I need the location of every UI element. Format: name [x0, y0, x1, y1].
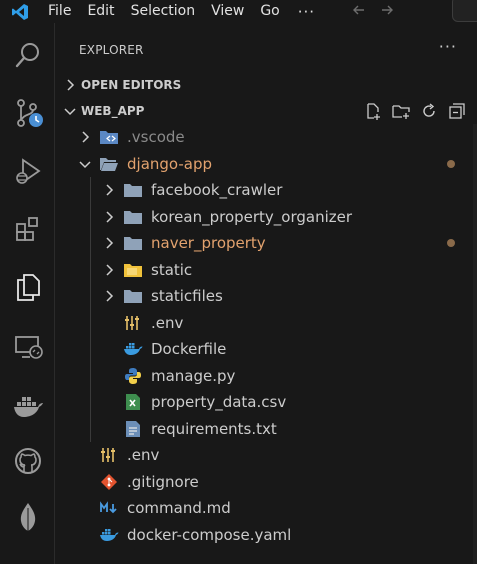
explorer-more-button[interactable]: ···: [439, 37, 457, 56]
title-bar: File Edit Selection View Go ···: [0, 0, 477, 23]
chevron-right-icon: [101, 237, 117, 249]
chevron-down-icon: [59, 106, 81, 116]
search-icon[interactable]: [0, 31, 55, 79]
tree-item-label: facebook_crawler: [151, 181, 283, 200]
tree-item-label: property_data.csv: [151, 393, 287, 412]
tree-item-label: requirements.txt: [151, 419, 277, 438]
mongodb-icon[interactable]: [0, 495, 55, 543]
git-icon: [99, 472, 119, 492]
tree-folder-row[interactable]: staticfiles: [56, 283, 477, 310]
remote-explorer-icon[interactable]: [0, 323, 55, 371]
tree-file-row[interactable]: .env: [56, 442, 477, 469]
chevron-right-icon: [59, 79, 81, 91]
tree-file-row[interactable]: requirements.txt: [56, 416, 477, 443]
tree-file-row[interactable]: property_data.csv: [56, 389, 477, 416]
tree-item-label: .env: [127, 446, 160, 465]
folder-icon: [123, 207, 143, 227]
explorer-title: EXPLORER: [79, 43, 144, 57]
docker-icon[interactable]: [0, 383, 55, 431]
tree-item-label: Dockerfile: [151, 340, 227, 359]
menu-more-button[interactable]: ···: [288, 3, 325, 21]
folder-icon: [123, 233, 143, 253]
tree-item-label: django-app: [127, 154, 213, 173]
chevron-right-icon: [101, 290, 117, 302]
menu-edit[interactable]: Edit: [79, 0, 122, 23]
explorer-sidebar: EXPLORER ··· OPEN EDITORS WEB_APP .vscod…: [56, 23, 477, 564]
modified-indicator: [447, 159, 455, 168]
tree-file-row[interactable]: docker-compose.yaml: [56, 522, 477, 549]
docker-file-icon: [99, 525, 119, 545]
tree-folder-row[interactable]: facebook_crawler: [56, 177, 477, 204]
vscode-logo-icon: [0, 0, 40, 23]
tree-file-row[interactable]: .gitignore: [56, 469, 477, 496]
env-icon: [99, 445, 119, 465]
chevron-right-icon: [77, 131, 93, 143]
static-folder-icon: [123, 260, 143, 280]
new-folder-icon[interactable]: [391, 101, 411, 121]
open-editors-label: OPEN EDITORS: [81, 78, 182, 92]
tree-item-label: .vscode: [127, 128, 185, 147]
menu-go[interactable]: Go: [252, 0, 287, 23]
python-icon: [123, 366, 143, 386]
folder-icon: [123, 286, 143, 306]
folder-open-icon: [99, 154, 119, 174]
menu-file[interactable]: File: [40, 0, 79, 23]
tree-item-label: staticfiles: [151, 287, 223, 306]
tree-folder-row[interactable]: .vscode: [56, 124, 477, 151]
tree-item-label: .env: [151, 313, 184, 332]
text-file-icon: [123, 419, 143, 439]
folder-icon: [123, 180, 143, 200]
chevron-right-icon: [101, 184, 117, 196]
docker-file-icon: [123, 339, 143, 359]
tree-folder-row[interactable]: naver_property: [56, 230, 477, 257]
arrow-left-icon[interactable]: [345, 2, 373, 22]
workspace-label: WEB_APP: [81, 104, 145, 118]
tree-folder-row[interactable]: django-app: [56, 151, 477, 178]
vscode-folder-icon: [99, 127, 119, 147]
activity-bar: [0, 23, 55, 564]
tree-folder-row[interactable]: static: [56, 257, 477, 284]
section-open-editors[interactable]: OPEN EDITORS: [56, 74, 477, 96]
explorer-icon[interactable]: [0, 263, 55, 311]
command-center[interactable]: [452, 0, 477, 22]
tree-file-row[interactable]: .env: [56, 310, 477, 337]
tree-file-row[interactable]: command.md: [56, 495, 477, 522]
collapse-all-icon[interactable]: [447, 101, 467, 121]
env-icon: [123, 313, 143, 333]
section-actions: [363, 100, 467, 122]
tree-item-label: static: [151, 260, 193, 279]
github-icon[interactable]: [0, 437, 55, 485]
chevron-down-icon: [77, 159, 93, 169]
chevron-right-icon: [101, 264, 117, 276]
tree-item-label: korean_property_organizer: [151, 207, 353, 226]
tree-file-row[interactable]: Dockerfile: [56, 336, 477, 363]
run-debug-icon[interactable]: [0, 147, 55, 195]
extensions-icon[interactable]: [0, 205, 55, 253]
tree-item-label: command.md: [127, 499, 231, 518]
chevron-right-icon: [101, 211, 117, 223]
menu-selection[interactable]: Selection: [123, 0, 204, 23]
csv-icon: [123, 392, 143, 412]
markdown-icon: [99, 498, 119, 518]
tree-item-label: naver_property: [151, 234, 266, 253]
tree-item-label: .gitignore: [127, 472, 199, 491]
refresh-icon[interactable]: [419, 101, 439, 121]
tree-file-row[interactable]: manage.py: [56, 363, 477, 390]
modified-indicator: [447, 239, 455, 248]
new-file-icon[interactable]: [363, 101, 383, 121]
tree-folder-row[interactable]: korean_property_organizer: [56, 204, 477, 231]
source-control-icon[interactable]: [0, 89, 55, 137]
menu-view[interactable]: View: [203, 0, 252, 23]
section-web-app[interactable]: WEB_APP: [56, 100, 477, 122]
tree-item-label: docker-compose.yaml: [127, 525, 292, 544]
arrow-right-icon[interactable]: [373, 2, 401, 22]
tree-item-label: manage.py: [151, 366, 236, 385]
